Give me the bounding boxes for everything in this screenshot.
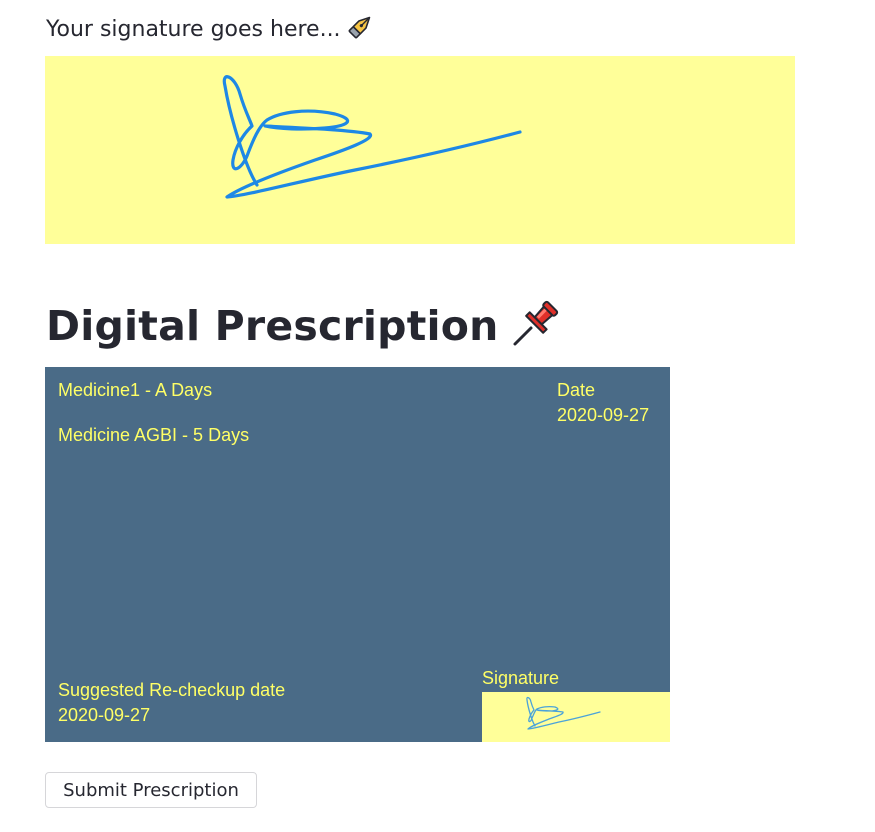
medicine-line-1: Medicine1 - A Days	[58, 380, 213, 400]
page-title-text: Digital Prescription	[46, 302, 499, 350]
date-value: 2020-09-27	[557, 405, 650, 425]
page: Your signature goes here... Digital Pres…	[0, 0, 875, 832]
submit-prescription-button[interactable]: Submit Prescription	[45, 772, 257, 808]
medicine-line-2: Medicine AGBI - 5 Days	[58, 425, 250, 445]
prescription-card: Medicine1 - A Days Medicine AGBI - 5 Day…	[45, 367, 670, 742]
recheckup-value: 2020-09-27	[58, 705, 151, 725]
page-title: Digital Prescription	[46, 296, 563, 365]
signature-thumbnail	[526, 696, 601, 730]
recheckup-label: Suggested Re-checkup date	[58, 680, 286, 700]
signature-canvas[interactable]	[45, 56, 795, 244]
signature-stroke	[222, 75, 522, 199]
signature-prompt: Your signature goes here...	[46, 12, 375, 50]
fountain-pen-icon	[347, 12, 375, 50]
signature-label: Signature	[482, 668, 560, 688]
pushpin-icon	[509, 296, 563, 365]
prescription-signature	[482, 692, 670, 742]
signature-prompt-text: Your signature goes here...	[46, 17, 341, 42]
date-label: Date	[557, 380, 596, 400]
